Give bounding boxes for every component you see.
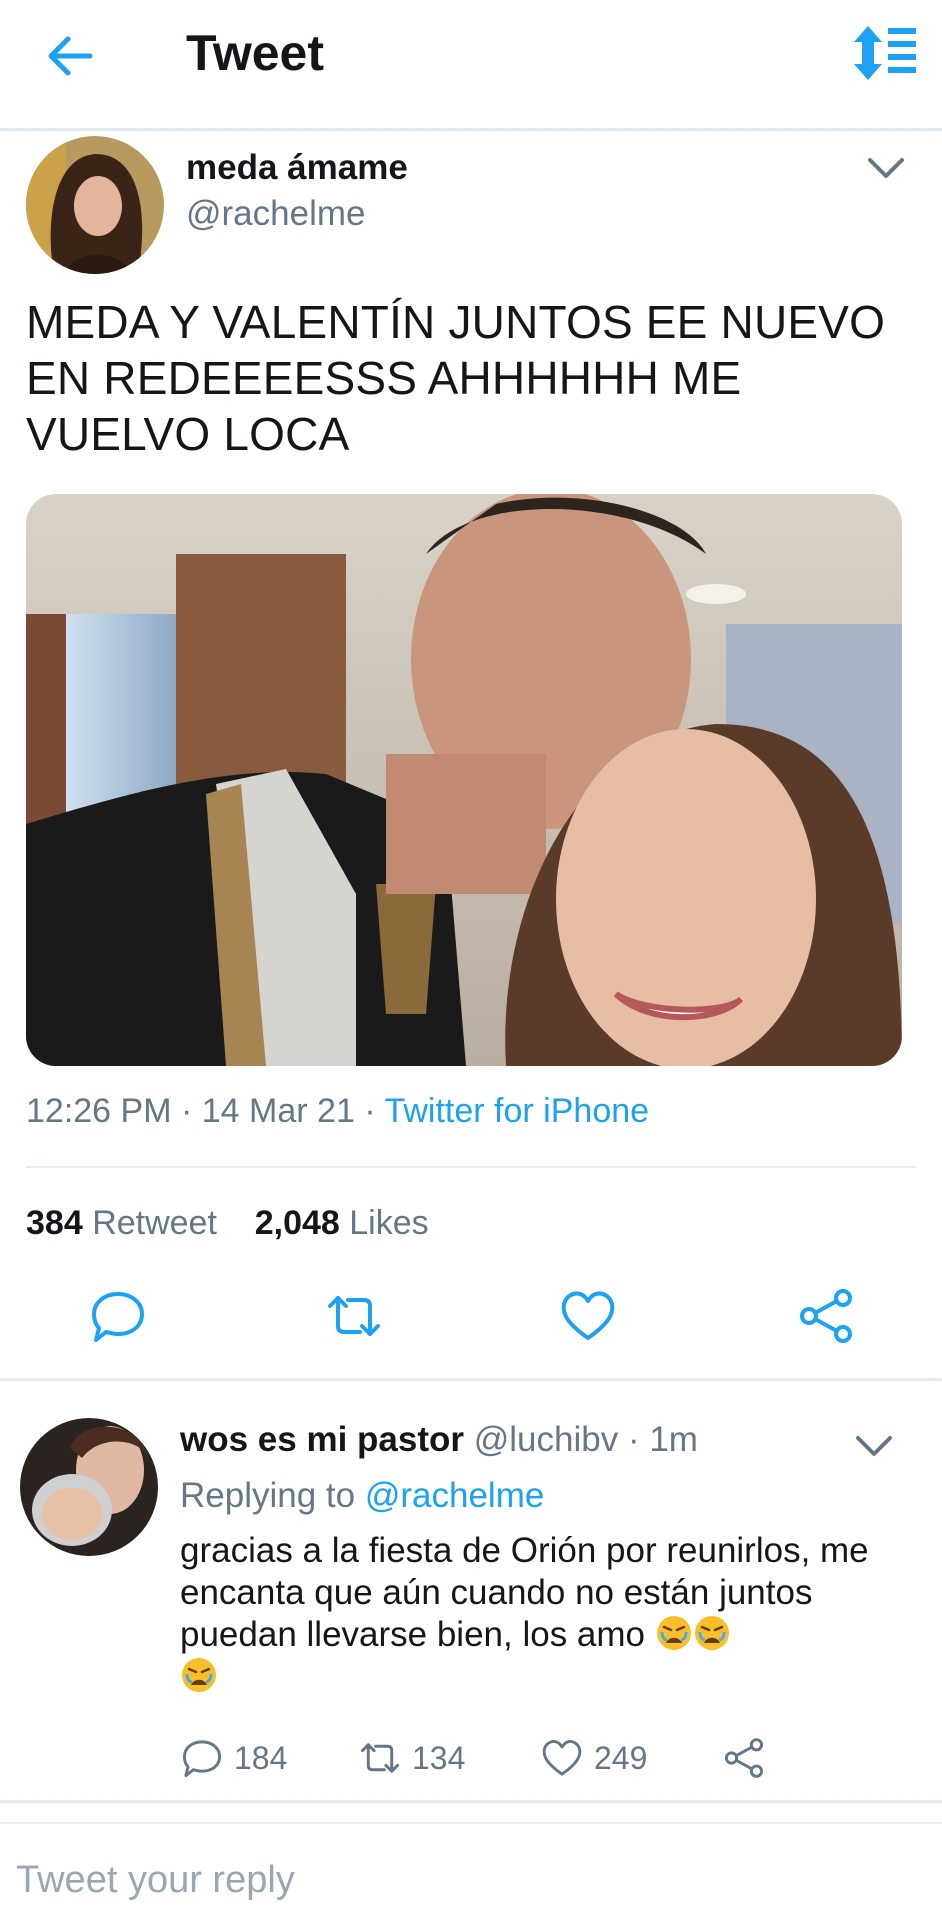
divider: [0, 1800, 942, 1803]
divider: [0, 1378, 942, 1381]
like-count: 249: [594, 1739, 648, 1776]
top-bar: [0, 0, 942, 131]
avatar[interactable]: [26, 136, 164, 274]
meta-separator: ·: [180, 1092, 193, 1130]
avatar[interactable]: [20, 1418, 158, 1556]
crying-angry-face-icon: [180, 1656, 218, 1694]
reply-author-name[interactable]: wos es mi pastor: [180, 1420, 464, 1459]
reply-icon[interactable]: [88, 1286, 148, 1346]
retweet-count: 134: [412, 1739, 466, 1776]
like-count[interactable]: 2,048: [255, 1204, 340, 1242]
heart-icon[interactable]: [558, 1286, 618, 1346]
tweet-stats: 384 Retweet 2,048 Likes: [26, 1204, 429, 1243]
share-icon[interactable]: [796, 1286, 856, 1346]
meta-separator: ·: [627, 1420, 640, 1459]
author-handle[interactable]: @rachelme: [186, 194, 365, 234]
retweet-icon[interactable]: [324, 1286, 384, 1346]
chevron-down-icon[interactable]: [866, 150, 906, 186]
replying-label: Replying to: [180, 1476, 356, 1515]
retweet-icon: [360, 1743, 400, 1773]
crying-angry-face-icon: [693, 1614, 731, 1652]
divider: [26, 1166, 916, 1168]
reply-reply-button[interactable]: 184: [180, 1736, 287, 1780]
reply-body: gracias a la fiesta de Orión por reunirl…: [180, 1531, 869, 1654]
reply-count: 184: [234, 1739, 288, 1776]
reply-icon: [182, 1740, 222, 1778]
likes-label[interactable]: Likes: [349, 1204, 428, 1242]
tweet-date: 14 Mar 21: [201, 1092, 355, 1130]
author-name[interactable]: meda ámame: [186, 148, 408, 188]
reply-author-handle[interactable]: @luchibv: [474, 1420, 618, 1459]
reply-like-button[interactable]: 249: [540, 1736, 647, 1780]
sort-toggle-icon[interactable]: [852, 26, 918, 80]
meta-separator: ·: [364, 1092, 376, 1130]
reply-share-button[interactable]: [722, 1736, 766, 1780]
tweet-photo[interactable]: [26, 494, 902, 1066]
replying-to-line: Replying to @rachelme: [180, 1476, 544, 1516]
chevron-down-icon[interactable]: [854, 1428, 894, 1464]
reply-input[interactable]: [0, 1840, 942, 1920]
replying-handle-link[interactable]: @rachelme: [365, 1476, 544, 1515]
reply-retweet-button[interactable]: 134: [358, 1736, 465, 1780]
retweet-count[interactable]: 384: [26, 1204, 83, 1242]
reply-header: wos es mi pastor @luchibv · 1m: [180, 1420, 698, 1460]
arrow-left-icon[interactable]: [44, 30, 96, 82]
page-title: Tweet: [186, 25, 324, 81]
retweet-label[interactable]: Retweet: [92, 1204, 217, 1242]
tweet-meta: 12:26 PM · 14 Mar 21 · Twitter for iPhon…: [26, 1092, 649, 1131]
share-icon: [724, 1738, 764, 1778]
tweet-source-link[interactable]: Twitter for iPhone: [384, 1092, 649, 1130]
tweet-text: MEDA Y VALENTÍN JUNTOS EE NUEVO EN REDEE…: [26, 296, 886, 460]
heart-icon: [542, 1740, 582, 1776]
tweet-time: 12:26 PM: [26, 1092, 172, 1130]
divider: [0, 1822, 942, 1824]
reply-time: 1m: [649, 1420, 698, 1459]
reply-text: gracias a la fiesta de Orión por reunirl…: [180, 1530, 900, 1698]
crying-angry-face-icon: [655, 1614, 693, 1652]
